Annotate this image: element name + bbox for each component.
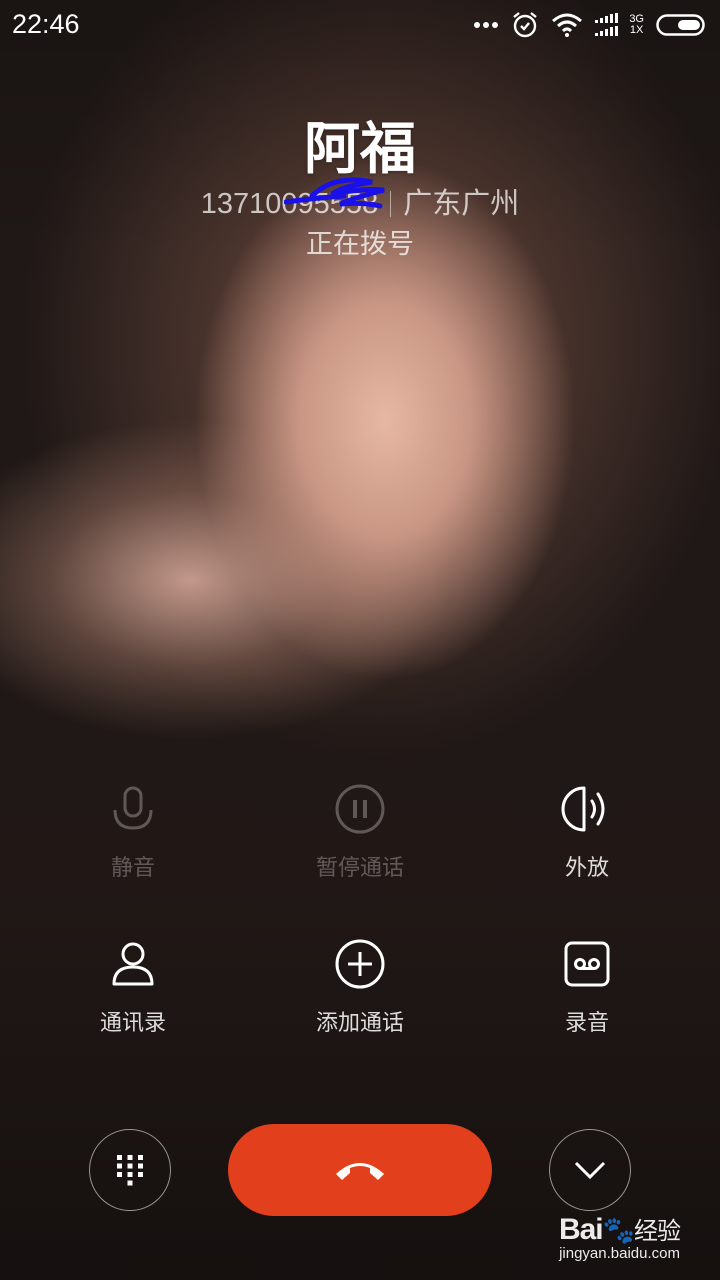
alarm-icon bbox=[513, 12, 538, 38]
baidu-jingyan-watermark: Bai🐾经验 jingyan.baidu.com bbox=[558, 1211, 681, 1262]
end-call-button[interactable] bbox=[228, 1124, 492, 1216]
watermark-suffix: 经验 bbox=[634, 1218, 681, 1245]
end-call-icon bbox=[336, 1163, 384, 1180]
battery-icon bbox=[656, 14, 705, 36]
status-time: 22:46 bbox=[12, 9, 80, 39]
dialpad-button[interactable] bbox=[89, 1129, 171, 1211]
add-call-label: 添加通话 bbox=[315, 1010, 404, 1035]
watermark-brand: Bai bbox=[558, 1213, 604, 1246]
add-call-button[interactable]: 添加通话 bbox=[260, 937, 460, 1037]
contacts-label: 通讯录 bbox=[99, 1010, 166, 1035]
speaker-icon bbox=[561, 786, 605, 832]
hold-call-button[interactable]: 暂停通话 bbox=[260, 782, 460, 882]
chevron-down-icon bbox=[574, 1161, 606, 1180]
separator bbox=[390, 191, 392, 217]
record-button[interactable]: 录音 bbox=[487, 937, 687, 1037]
mute-button[interactable]: 静音 bbox=[33, 782, 233, 882]
wifi-icon bbox=[552, 13, 583, 37]
status-icons: 3G 1X bbox=[473, 10, 708, 40]
watermark-url: jingyan.baidu.com bbox=[559, 1245, 680, 1262]
record-label: 录音 bbox=[564, 1010, 609, 1035]
contacts-button[interactable]: 通讯录 bbox=[33, 937, 233, 1037]
more-dots-icon bbox=[474, 22, 499, 28]
status-bar: 22:46 3G 1X bbox=[0, 0, 720, 50]
hold-call-label: 暂停通话 bbox=[315, 855, 404, 880]
microphone-icon bbox=[113, 786, 153, 830]
contact-icon bbox=[112, 942, 154, 986]
collapse-button[interactable] bbox=[549, 1129, 631, 1211]
signal-icon bbox=[595, 13, 619, 36]
mute-label: 静音 bbox=[110, 855, 155, 880]
redaction-scribble bbox=[284, 177, 385, 209]
network-type: 3G 1X bbox=[629, 14, 644, 36]
paw-icon: 🐾 bbox=[602, 1215, 635, 1245]
network-bottom-label: 1X bbox=[629, 24, 644, 36]
caller-location: 广东广州 bbox=[403, 188, 520, 220]
add-call-icon bbox=[335, 939, 385, 989]
record-icon bbox=[564, 941, 610, 987]
pause-icon bbox=[335, 784, 385, 834]
dialpad-icon bbox=[117, 1155, 143, 1186]
watermark-logo: Bai🐾经验 bbox=[558, 1211, 681, 1247]
call-status: 正在拨号 bbox=[306, 229, 414, 259]
speaker-button[interactable]: 外放 bbox=[487, 782, 687, 882]
speaker-label: 外放 bbox=[564, 855, 609, 880]
